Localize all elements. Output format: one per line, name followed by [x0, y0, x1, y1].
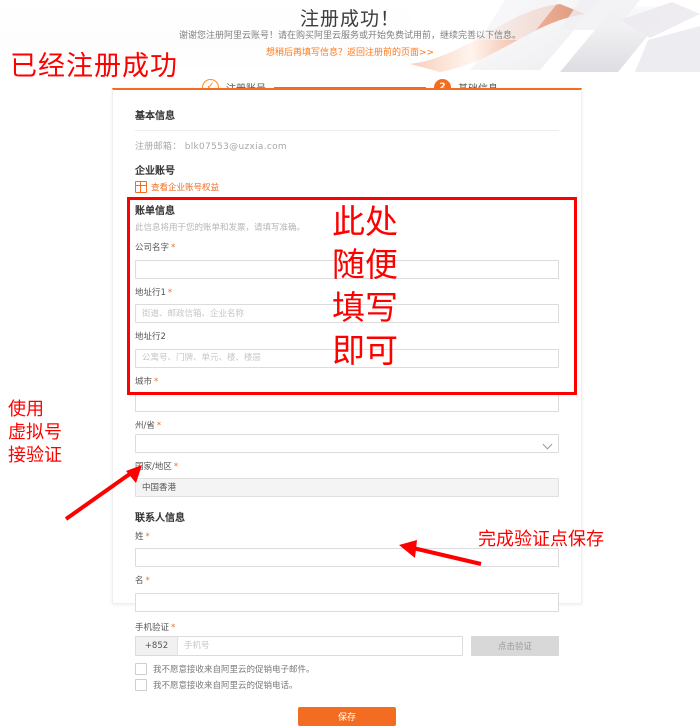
chevron-down-icon [542, 439, 553, 450]
checkbox-label-email-opt-out: 我不愿意接收来自阿里云的促销电子邮件。 [153, 664, 315, 675]
input-last-name[interactable] [135, 548, 559, 567]
field-city: 城市 * [135, 375, 559, 412]
field-address-line-1: 地址行1 * [135, 286, 559, 323]
field-country-region: 国家/地区 * [135, 460, 559, 497]
label-address-line-2: 地址行2 [135, 330, 559, 342]
registration-form-card: 基本信息 注册邮箱： blk07553@uzxia.com 企业账号 查看企业账… [112, 88, 582, 726]
annotation-virtual-line-3: 接验证 [8, 445, 62, 466]
input-city[interactable] [135, 393, 559, 412]
label-address-line-1-text: 地址行1 [135, 287, 166, 298]
banner-subtitle: 谢谢您注册阿里云账号！请在购买阿里云服务或开始免费试用前，继续完善以下信息。 [178, 31, 521, 41]
section-title-enterprise-account: 企业账号 [135, 166, 175, 177]
checkbox-row-phone-opt-out[interactable]: 我不愿意接收来自阿里云的促销电话。 [135, 678, 559, 691]
label-address-line-2-text: 地址行2 [135, 332, 166, 342]
gift-icon [135, 181, 147, 193]
field-first-name: 名 * [135, 574, 559, 612]
page-title: 注册成功！ [299, 8, 400, 30]
required-marker: * [156, 421, 162, 431]
country-calling-code: +852 [136, 636, 178, 655]
enterprise-benefits-link[interactable]: 查看企业账号权益 [135, 181, 559, 193]
required-marker: * [171, 622, 176, 633]
field-last-name: 姓 * [135, 530, 559, 567]
label-phone-verification-text: 手机验证 [135, 622, 170, 633]
save-button[interactable]: 保存 [298, 706, 396, 726]
label-last-name-text: 姓 [135, 531, 144, 542]
required-marker: * [145, 531, 150, 542]
required-marker: * [145, 576, 150, 586]
page-banner: 注册成功！ 谢谢您注册阿里云账号！请在购买阿里云服务或开始免费试用前，继续完善以… [0, 0, 700, 72]
phone-input-group: +852 [135, 635, 463, 656]
input-country-region [135, 477, 559, 497]
checkbox-email-opt-out[interactable] [135, 662, 147, 675]
billing-section-subtitle: 此信息将用于您的账单和发票，请填写准确。 [135, 223, 306, 233]
checkbox-label-phone-opt-out: 我不愿意接收来自阿里云的促销电话。 [153, 680, 298, 691]
section-title-basic-info: 基本信息 [135, 111, 175, 122]
required-marker: * [173, 462, 179, 472]
label-address-line-1: 地址行1 * [135, 286, 559, 298]
label-company-name: 公司名字 * [135, 241, 559, 253]
phone-verification-row: +852 点击验证 [135, 635, 559, 656]
checkbox-phone-opt-out[interactable] [135, 678, 147, 691]
label-first-name-text: 名 [135, 576, 144, 586]
field-phone-verification: 手机验证* +852 点击验证 [135, 621, 559, 656]
field-company-name: 公司名字 * [135, 241, 559, 279]
input-address-line-1[interactable] [135, 304, 559, 323]
required-marker: * [167, 287, 173, 298]
select-state-province[interactable] [135, 434, 559, 453]
checkbox-row-email-opt-out[interactable]: 我不愿意接收来自阿里云的促销电子邮件。 [135, 662, 559, 675]
input-company-name[interactable] [135, 259, 559, 279]
label-country-region: 国家/地区 * [135, 460, 559, 472]
section-title-contact-info: 联系人信息 [135, 512, 185, 524]
save-button-wrapper: 保存 [135, 705, 559, 726]
annotation-virtual-line-2: 虚拟号 [8, 422, 62, 443]
label-last-name: 姓 * [135, 530, 559, 542]
annotation-use-virtual-number: 使用 虚拟号 接验证 [8, 398, 62, 467]
send-verification-button[interactable]: 点击验证 [471, 635, 559, 656]
section-title-billing-info: 账单信息 [135, 206, 175, 217]
label-state-province: 州/省 * [135, 419, 559, 431]
field-address-line-2: 地址行2 [135, 330, 559, 368]
field-state-province: 州/省 * [135, 419, 559, 453]
annotation-virtual-line-1: 使用 [8, 399, 44, 420]
registered-email-value: blk07553@uzxia.com [184, 142, 287, 152]
label-country-region-text: 国家/地区 [135, 462, 172, 472]
input-phone-number[interactable] [178, 635, 462, 656]
label-state-province-text: 州/省 [135, 421, 155, 431]
input-first-name[interactable] [135, 592, 559, 612]
label-company-name-text: 公司名字 [135, 243, 170, 253]
registered-email-row: 注册邮箱： blk07553@uzxia.com [135, 139, 559, 152]
registered-email-label: 注册邮箱： [135, 142, 182, 152]
required-marker: * [154, 376, 159, 387]
section-divider [135, 130, 559, 131]
label-phone-verification: 手机验证 * [135, 621, 559, 633]
return-to-previous-page-link[interactable]: 想稍后再填写信息？返回注册前的页面>> [0, 45, 700, 58]
enterprise-benefits-link-label: 查看企业账号权益 [151, 183, 220, 193]
input-address-line-2[interactable] [135, 348, 559, 368]
label-city: 城市 * [135, 375, 559, 387]
label-first-name: 名 * [135, 574, 559, 586]
label-city-text: 城市 [135, 376, 153, 387]
required-marker: * [171, 243, 176, 253]
